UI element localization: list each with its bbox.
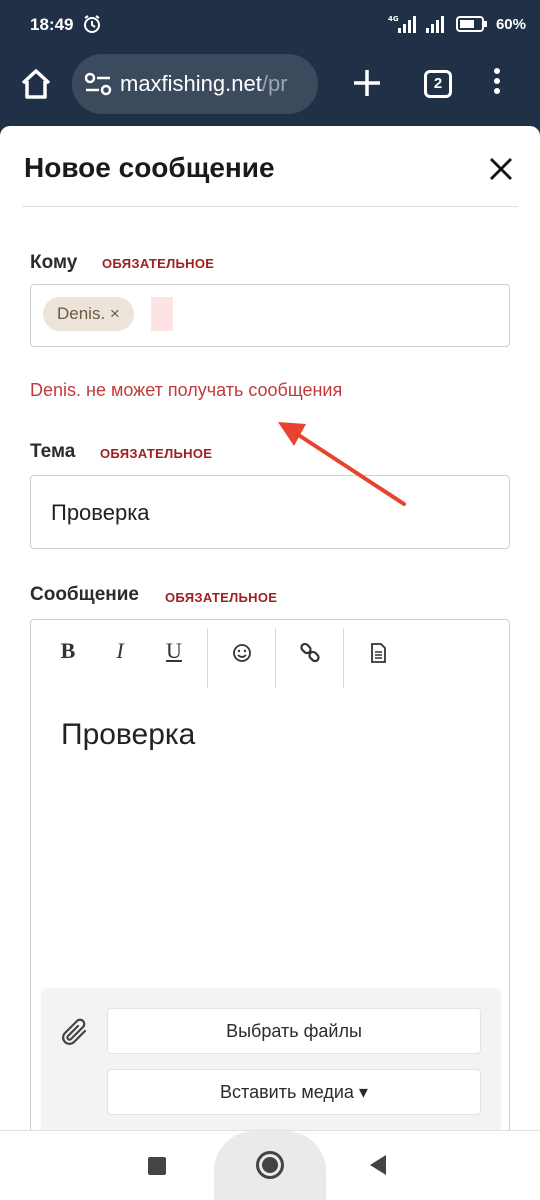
editor-toolbar: B I U bbox=[31, 620, 509, 690]
signal-icon-2 bbox=[425, 16, 444, 33]
message-body[interactable]: Проверка bbox=[61, 718, 195, 752]
back-icon[interactable] bbox=[370, 1155, 386, 1175]
url-bar[interactable]: maxfishing.net/pr bbox=[72, 54, 318, 114]
home-icon[interactable] bbox=[18, 66, 54, 102]
header-divider bbox=[22, 206, 518, 207]
recipient-field[interactable]: Denis. × bbox=[30, 284, 510, 347]
signal-icon: 4G bbox=[388, 15, 416, 33]
alarm-icon bbox=[84, 15, 100, 33]
subject-value: Проверка bbox=[51, 500, 150, 525]
site-settings-icon[interactable] bbox=[84, 72, 112, 96]
dialog-title: Новое сообщение bbox=[24, 152, 275, 183]
network-type: 4G bbox=[388, 15, 399, 23]
recipient-required-badge: ОБЯЗАТЕЛЬНОЕ bbox=[102, 256, 215, 271]
toolbar-separator bbox=[343, 628, 344, 688]
recipient-error-message: Denis. не может получать сообщения bbox=[30, 380, 343, 400]
url-path: /pr bbox=[261, 71, 288, 96]
recent-apps-icon[interactable] bbox=[148, 1157, 166, 1175]
smiley-icon[interactable] bbox=[227, 638, 257, 668]
subject-label: Тема bbox=[30, 441, 76, 462]
more-menu-icon[interactable] bbox=[492, 68, 502, 100]
italic-button[interactable]: I bbox=[105, 638, 135, 668]
url-host: maxfishing.net bbox=[120, 71, 262, 96]
tab-switcher-button[interactable]: 2 bbox=[424, 70, 452, 98]
link-icon[interactable] bbox=[295, 638, 325, 668]
choose-files-button[interactable]: Выбрать файлы bbox=[107, 1008, 481, 1054]
home-dot-icon bbox=[262, 1157, 278, 1173]
paperclip-icon bbox=[62, 1018, 87, 1045]
attachment-area: Выбрать файлы Вставить медиа ▾ bbox=[41, 988, 501, 1130]
battery-icon bbox=[455, 16, 487, 32]
message-label: Сообщение bbox=[30, 584, 139, 605]
home-nav-button[interactable] bbox=[214, 1131, 326, 1200]
recipient-input[interactable] bbox=[151, 297, 173, 331]
toolbar-separator bbox=[207, 628, 208, 688]
annotation-arrow bbox=[278, 422, 406, 506]
close-icon[interactable] bbox=[486, 154, 516, 184]
status-bar: 18:49 4G 60% bbox=[0, 0, 540, 52]
message-editor[interactable]: B I U Проверка Выбрать файлы Вставить ме… bbox=[30, 619, 510, 1130]
toolbar-separator bbox=[275, 628, 276, 688]
subject-required-badge: ОБЯЗАТЕЛЬНОЕ bbox=[100, 446, 213, 461]
battery-level: 60% bbox=[495, 15, 526, 33]
new-tab-icon[interactable] bbox=[350, 66, 384, 100]
status-time: 18:49 bbox=[30, 15, 74, 34]
new-message-dialog: Новое сообщение Кому ОБЯЗАТЕЛЬНОЕ Denis.… bbox=[0, 126, 540, 1130]
system-nav-bar bbox=[0, 1130, 540, 1200]
url-text[interactable]: maxfishing.net/pr bbox=[120, 71, 308, 97]
underline-button[interactable]: U bbox=[159, 638, 189, 668]
recipient-token[interactable]: Denis. × bbox=[43, 297, 134, 331]
message-required-badge: ОБЯЗАТЕЛЬНОЕ bbox=[165, 590, 278, 605]
document-icon[interactable] bbox=[363, 638, 393, 668]
recipient-label: Кому bbox=[30, 252, 78, 273]
browser-toolbar: maxfishing.net/pr 2 bbox=[0, 52, 540, 124]
bold-button[interactable]: B bbox=[53, 638, 83, 668]
insert-media-button[interactable]: Вставить медиа ▾ bbox=[107, 1069, 481, 1115]
